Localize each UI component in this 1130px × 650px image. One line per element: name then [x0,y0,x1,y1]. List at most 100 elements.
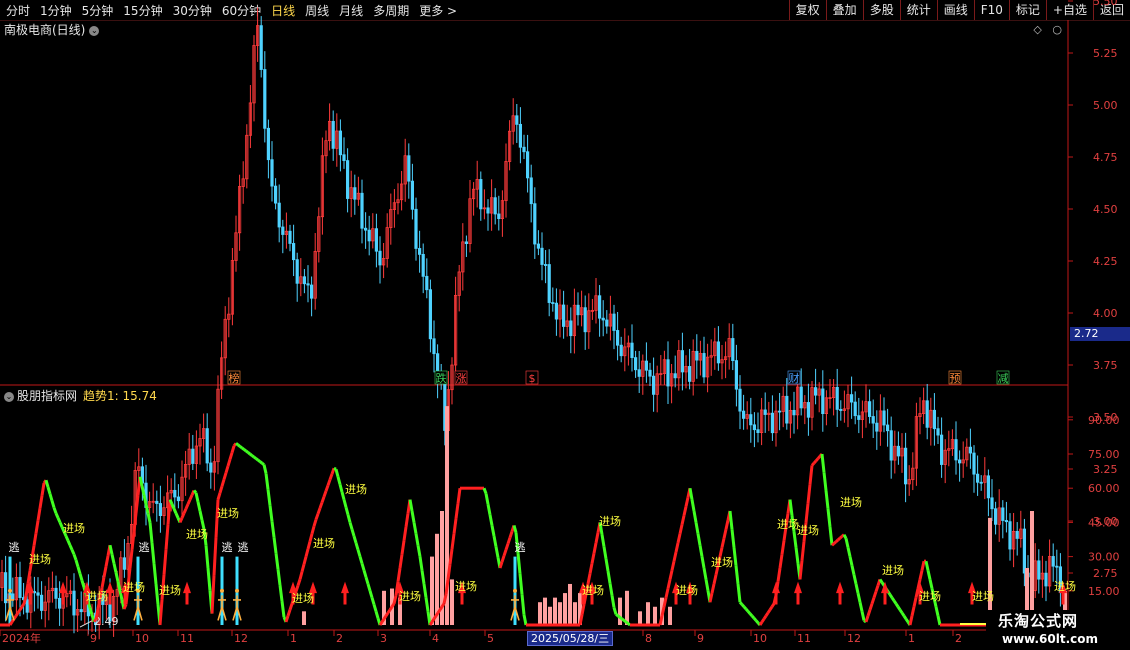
trend-line-segment [382,615,388,620]
indicator-bar [573,602,577,625]
trend-line-segment [268,505,274,522]
candle-body [259,25,263,70]
trend-line-segment [826,508,832,528]
candle-body [702,353,706,378]
trend-line-segment [852,574,858,585]
trend-line-segment [164,524,170,550]
candle-body [1037,560,1041,580]
trend-line-segment [592,542,598,554]
trend-line-segment [619,616,623,621]
trend-line-segment [424,597,430,612]
candle-body [479,179,483,210]
candle-body [576,304,580,316]
trend-line-segment [814,457,820,462]
trend-line-segment [266,489,272,506]
trend-line-segment [414,533,420,546]
enter-signal-label: 进场 [399,589,421,603]
trend-line-segment [222,472,228,480]
trend-line-segment [594,532,600,544]
trend-line-segment [778,554,784,569]
trend-line-segment [850,565,856,576]
trend-line-segment [346,514,352,523]
candle-body [551,302,555,304]
candle-body [417,248,422,255]
trend-line-segment [625,620,629,625]
candle-body [770,412,775,434]
indicator-bar [638,611,642,625]
trend-line-segment [484,493,490,505]
candle-body [612,313,616,331]
candle-body [940,434,944,465]
candle-body [1055,565,1059,568]
candle-body [1008,521,1012,550]
trend-line-segment [239,445,243,450]
chevron-down-icon[interactable]: ⌄ [89,25,100,36]
trend-line-segment [702,567,708,580]
candle-body [673,373,677,379]
trend-line-segment [253,455,257,460]
trend-line-segment [890,596,896,602]
enter-signal-label: 进场 [292,591,314,605]
trend-line-segment [404,513,410,528]
candle-body [11,593,15,601]
trend-line-segment [608,582,614,596]
enter-signal-label: 进场 [123,580,145,594]
candle-body [799,386,803,409]
candle-body [605,319,609,327]
enter-signal-label: 进场 [1054,579,1076,593]
trend-line-segment [132,513,138,532]
enter-signal-label: 进场 [313,536,335,550]
candle-body [544,264,548,266]
trend-line-segment [450,533,456,550]
trend-line-segment [410,510,416,523]
candle-body [122,557,126,570]
trend-line-segment [64,535,70,542]
trend-line-segment [520,594,526,615]
trend-line-segment [828,526,834,546]
trend-line-segment [255,457,259,462]
circle-icon[interactable]: ○ [1052,23,1062,36]
diamond-icon[interactable]: ◇ [1033,23,1041,36]
runner-icon [220,588,224,593]
trend-line-segment [839,535,843,540]
chevron-down-icon[interactable]: ⌄ [4,391,14,402]
trend-line-segment [228,452,234,460]
candle-body [749,414,753,426]
price-tick-label: 4.00 [1093,307,1118,320]
trend-line-segment [262,464,268,474]
trend-line-segment [928,579,934,589]
candle-body [1044,572,1048,587]
trend-line-segment [241,446,245,451]
trend-line-segment [348,521,354,530]
trend-line-segment [356,549,362,558]
enter-signal-label: 进场 [676,583,698,597]
trend-line-segment [808,465,814,485]
candle-body [345,160,350,199]
trend-line-segment [220,479,226,487]
trend-line-segment [294,585,300,593]
trend-line-segment [870,597,876,605]
candle-body [309,284,314,299]
trend-line-segment [280,600,286,618]
trend-line-segment [848,556,854,567]
trend-line-segment [604,558,610,572]
candle-body [619,344,623,357]
indicator-bar [668,606,672,625]
event-marker: 减 [998,372,1009,385]
candle-body [688,366,692,382]
trend-line-segment [824,490,830,509]
trend-line-segment [70,549,76,555]
candle-body [270,159,274,187]
trend-line-segment [728,510,734,530]
trend-line-segment [692,510,698,523]
event-marker: $ [529,372,536,385]
candle-body [562,304,566,327]
trend-line-segment [152,563,158,585]
candle-body [497,213,501,219]
trend-line-segment [412,522,418,535]
trend-line-segment [374,610,380,619]
candle-body [778,410,782,413]
event-marker: 涨 [456,372,467,385]
trend-line-segment [34,520,40,534]
trend-line-segment [360,563,366,571]
